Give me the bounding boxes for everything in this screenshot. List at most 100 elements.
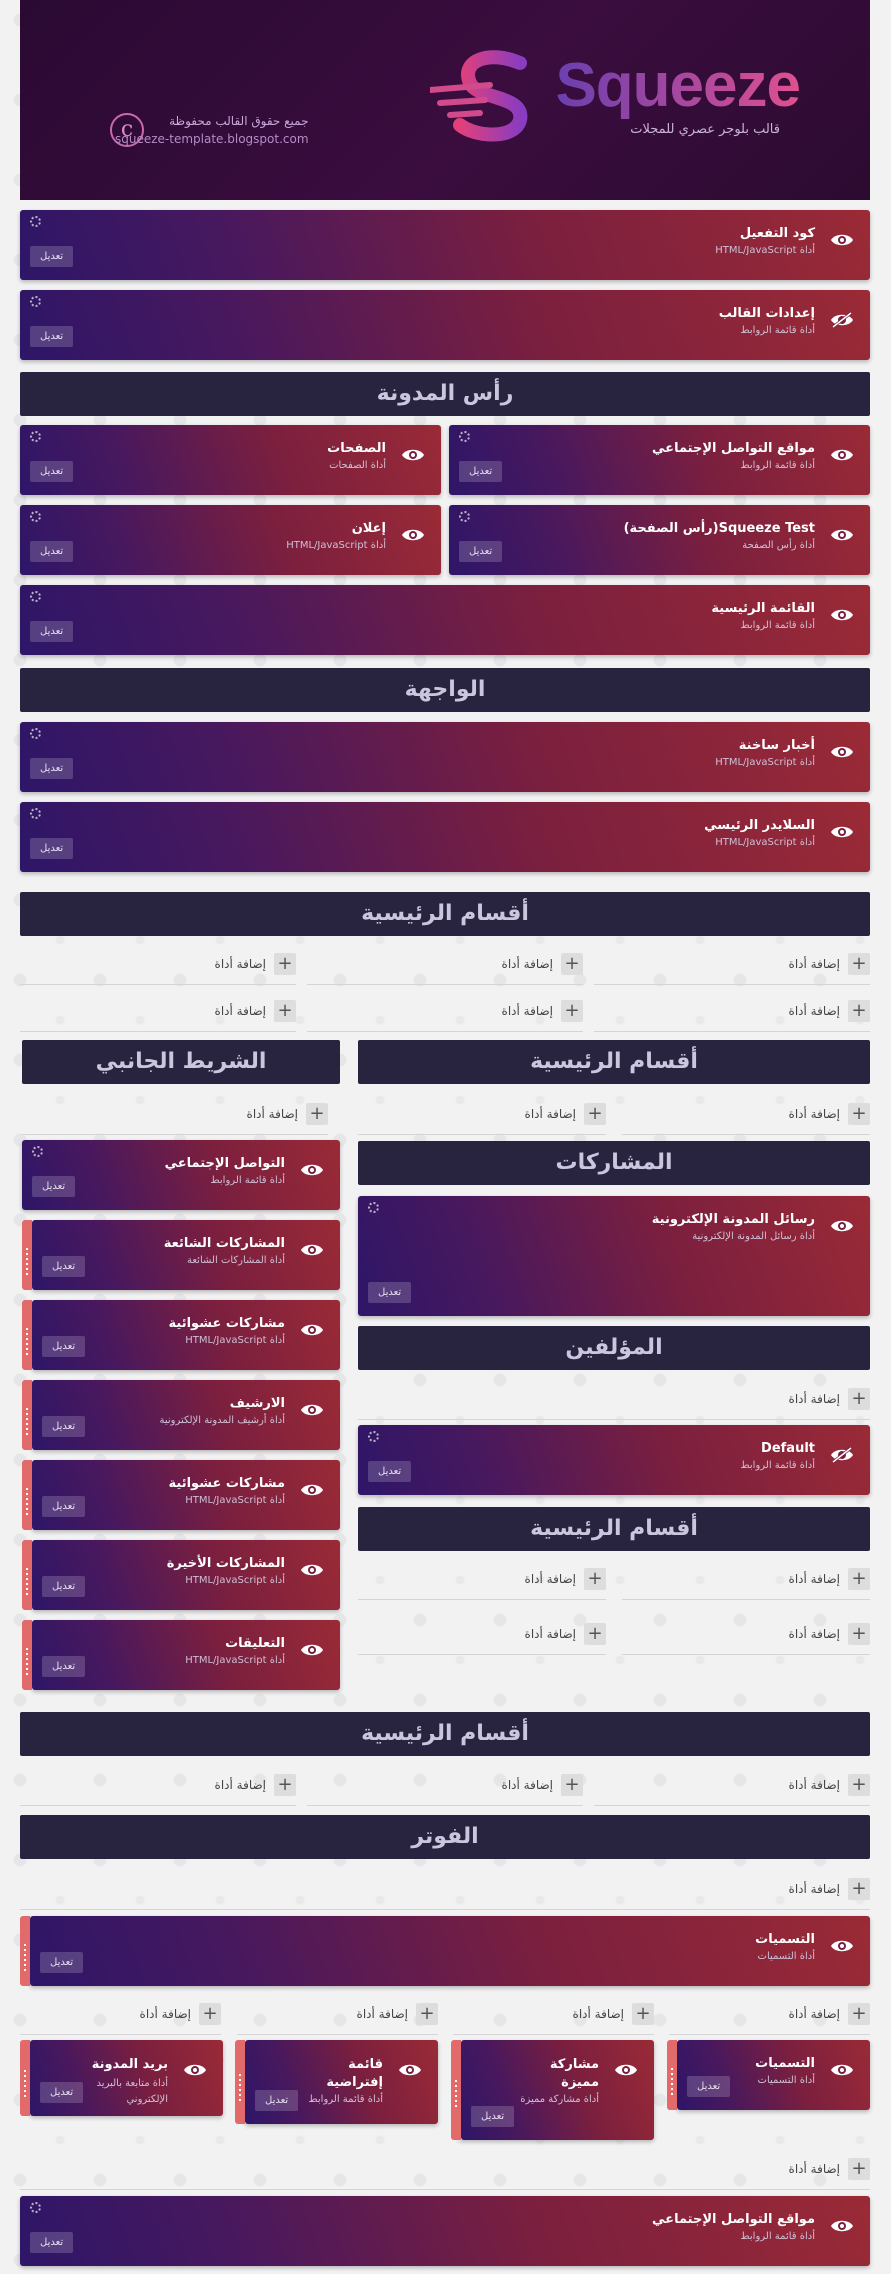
widget-random2[interactable]: مشاركات عشوائية أداة HTML/JavaScript تعد… [22, 1460, 340, 1530]
widget-pages[interactable]: الصفحات أداة الصفحات تعديل [20, 425, 441, 495]
edit-button[interactable]: تعديل [30, 461, 74, 482]
add-gadget-button[interactable]: + إضافة أداة [20, 945, 296, 985]
eye-icon[interactable] [830, 1218, 854, 1234]
widget-random1[interactable]: مشاركات عشوائية أداة HTML/JavaScript تعد… [22, 1300, 340, 1370]
widget-social[interactable]: مواقع التواصل الإجتماعي أداة قائمة الروا… [449, 425, 870, 495]
widget-comments[interactable]: التعليقات أداة HTML/JavaScript تعديل [22, 1620, 340, 1690]
gear-icon[interactable] [459, 511, 470, 522]
edit-button[interactable]: تعديل [42, 1656, 86, 1677]
eye-icon[interactable] [398, 2062, 422, 2078]
gear-icon[interactable] [32, 1146, 43, 1157]
gear-icon[interactable] [30, 511, 41, 522]
widget-slider[interactable]: السلايدر الرئيسي أداة HTML/JavaScript تع… [20, 802, 870, 872]
add-gadget-button[interactable]: + إضافة أداة [307, 1766, 583, 1806]
eye-icon[interactable] [300, 1322, 324, 1338]
eye-off-icon[interactable] [830, 1447, 854, 1463]
edit-button[interactable]: تعديل [42, 1256, 86, 1277]
add-gadget-button[interactable]: + إضافة أداة [307, 992, 583, 1032]
add-gadget-button[interactable]: + إضافة أداة [594, 1766, 870, 1806]
add-gadget-button[interactable]: + إضافة أداة [20, 992, 296, 1032]
add-gadget-button[interactable]: + إضافة أداة [358, 1095, 606, 1135]
edit-button[interactable]: تعديل [30, 838, 74, 859]
eye-icon[interactable] [830, 2062, 854, 2078]
add-gadget-button[interactable]: + إضافة أداة [594, 992, 870, 1032]
eye-icon[interactable] [300, 1162, 324, 1178]
eye-icon[interactable] [830, 1938, 854, 1954]
add-gadget-button[interactable]: + إضافة أداة [358, 1615, 606, 1655]
edit-button[interactable]: تعديل [42, 1496, 86, 1517]
gear-icon[interactable] [30, 296, 41, 307]
gear-icon[interactable] [368, 1202, 379, 1213]
add-gadget-button[interactable]: + إضافة أداة [358, 1560, 606, 1600]
edit-button[interactable]: تعديل [30, 541, 74, 562]
add-gadget-button[interactable]: + إضافة أداة [22, 1095, 328, 1135]
eye-icon[interactable] [830, 2218, 854, 2234]
edit-button[interactable]: تعديل [30, 758, 74, 779]
eye-icon[interactable] [830, 824, 854, 840]
widget-labels[interactable]: التسميات أداة التسميات تعديل [20, 1916, 870, 1986]
add-gadget-button[interactable]: + إضافة أداة [622, 1095, 870, 1135]
add-gadget-button[interactable]: + إضافة أداة [358, 1380, 870, 1420]
gear-icon[interactable] [30, 728, 41, 739]
edit-button[interactable]: تعديل [459, 461, 503, 482]
edit-button[interactable]: تعديل [42, 1576, 86, 1597]
add-gadget-button[interactable]: + إضافة أداة [20, 1870, 870, 1910]
gear-icon[interactable] [30, 808, 41, 819]
edit-button[interactable]: تعديل [687, 2076, 731, 2097]
widget-f_social[interactable]: مواقع التواصل الإجتماعي أداة قائمة الروا… [20, 2196, 870, 2266]
eye-icon[interactable] [300, 1642, 324, 1658]
widget-settings[interactable]: إعدادات القالب أداة قائمة الروابط تعديل [20, 290, 870, 360]
widget-blogposts[interactable]: رسائل المدونة الإلكترونية أداة رسائل الم… [358, 1196, 870, 1316]
gear-icon[interactable] [368, 1431, 379, 1442]
eye-icon[interactable] [300, 1402, 324, 1418]
edit-button[interactable]: تعديل [32, 1176, 76, 1197]
gear-icon[interactable] [459, 431, 470, 442]
widget-f_default[interactable]: قائمة إفتراضية أداة قائمة الروابط تعديل [235, 2040, 438, 2124]
widget-breaking[interactable]: أخبار ساخنة أداة HTML/JavaScript تعديل [20, 722, 870, 792]
add-gadget-button[interactable]: + إضافة أداة [622, 1615, 870, 1655]
edit-button[interactable]: تعديل [459, 541, 503, 562]
widget-ad[interactable]: إعلان أداة HTML/JavaScript تعديل [20, 505, 441, 575]
widget-popular[interactable]: المشاركات الشائعة أداة المشاركات الشائعة… [22, 1220, 340, 1290]
widget-archive[interactable]: الارشيف أداة أرشيف المدونة الإلكترونية ت… [22, 1380, 340, 1450]
add-gadget-button[interactable]: + إضافة أداة [237, 1995, 438, 2035]
edit-button[interactable]: تعديل [40, 1952, 84, 1973]
edit-button[interactable]: تعديل [42, 1416, 86, 1437]
add-gadget-button[interactable]: + إضافة أداة [622, 1560, 870, 1600]
edit-button[interactable]: تعديل [368, 1282, 412, 1303]
widget-mainmenu[interactable]: القائمة الرئيسية أداة قائمة الروابط تعدي… [20, 585, 870, 655]
widget-f_labels[interactable]: التسميات أداة التسميات تعديل [667, 2040, 870, 2110]
edit-button[interactable]: تعديل [40, 2082, 84, 2103]
widget-squeeze[interactable]: Squeeze Test(رأس الصفحة) أداة رأس الصفحة… [449, 505, 870, 575]
add-gadget-button[interactable]: + إضافة أداة [669, 1995, 870, 2035]
eye-icon[interactable] [401, 527, 425, 543]
eye-icon[interactable] [300, 1242, 324, 1258]
add-gadget-button[interactable]: + إضافة أداة [307, 945, 583, 985]
eye-icon[interactable] [830, 447, 854, 463]
eye-icon[interactable] [401, 447, 425, 463]
add-gadget-button[interactable]: + إضافة أداة [20, 1766, 296, 1806]
add-gadget-button[interactable]: + إضافة أداة [20, 2150, 870, 2190]
eye-icon[interactable] [830, 527, 854, 543]
widget-f_email[interactable]: بريد المدونة أداة متابعة بالبريد الإلكتر… [20, 2040, 223, 2116]
edit-button[interactable]: تعديل [255, 2090, 299, 2111]
widget-sb_social[interactable]: التواصل الإجتماعي أداة قائمة الروابط تعد… [22, 1140, 340, 1210]
eye-icon[interactable] [614, 2062, 638, 2078]
eye-icon[interactable] [830, 232, 854, 248]
edit-button[interactable]: تعديل [30, 246, 74, 267]
edit-button[interactable]: تعديل [471, 2106, 515, 2127]
add-gadget-button[interactable]: + إضافة أداة [594, 945, 870, 985]
edit-button[interactable]: تعديل [30, 621, 74, 642]
edit-button[interactable]: تعديل [368, 1461, 412, 1482]
gear-icon[interactable] [30, 216, 41, 227]
edit-button[interactable]: تعديل [30, 2232, 74, 2253]
eye-icon[interactable] [830, 607, 854, 623]
eye-icon[interactable] [830, 744, 854, 760]
edit-button[interactable]: تعديل [42, 1336, 86, 1357]
eye-icon[interactable] [183, 2062, 207, 2078]
eye-icon[interactable] [300, 1562, 324, 1578]
eye-off-icon[interactable] [830, 312, 854, 328]
gear-icon[interactable] [30, 2202, 41, 2213]
add-gadget-button[interactable]: + إضافة أداة [453, 1995, 654, 2035]
widget-recent[interactable]: المشاركات الأخيرة أداة HTML/JavaScript ت… [22, 1540, 340, 1610]
